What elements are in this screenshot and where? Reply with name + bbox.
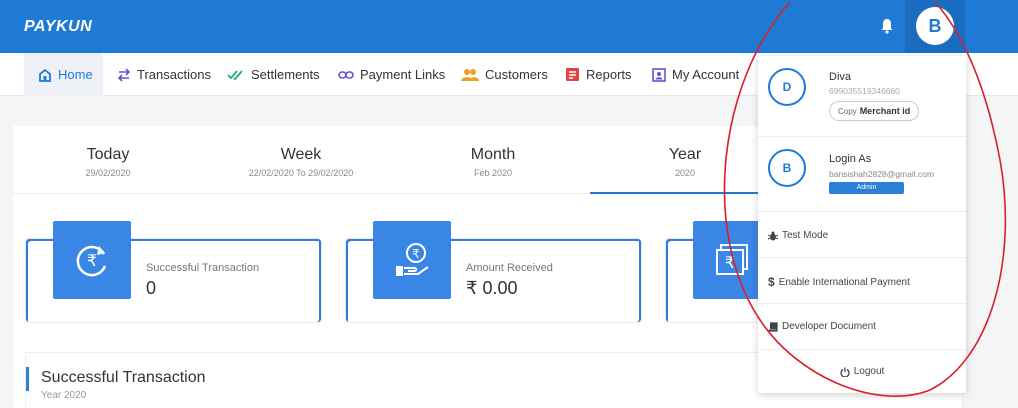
logout-button[interactable]: Logout bbox=[758, 366, 966, 377]
nav-label-payment-links: Payment Links bbox=[360, 67, 446, 82]
international-row[interactable]: $ Enable International Payment bbox=[758, 258, 966, 304]
active-tab-indicator bbox=[590, 192, 780, 194]
nav-label-reports: Reports bbox=[586, 67, 632, 82]
stat-card-successful-transaction: ₹ Successful Transaction 0 bbox=[25, 221, 322, 323]
nav-item-home[interactable]: Home bbox=[24, 53, 103, 96]
tab-year-label: Year bbox=[668, 146, 702, 163]
tab-week-date: 22/02/2020 To 29/02/2020 bbox=[248, 168, 354, 178]
transfer-icon bbox=[117, 67, 131, 82]
nav-item-my-account[interactable]: My Account bbox=[652, 53, 739, 96]
bug-icon bbox=[768, 231, 778, 240]
test-mode-row[interactable]: Test Mode bbox=[758, 212, 966, 258]
svg-text:₹: ₹ bbox=[725, 253, 735, 272]
book-icon bbox=[768, 321, 778, 332]
nav-label-settlements: Settlements bbox=[251, 67, 320, 82]
nav-label-customers: Customers bbox=[485, 67, 548, 82]
link-icon bbox=[338, 70, 354, 79]
paykun-logo[interactable]: PAYKUN bbox=[24, 18, 92, 36]
merchant-row: D Diva 699035519346660 Copy Merchant id bbox=[758, 56, 966, 137]
users-icon bbox=[461, 68, 479, 81]
nav-item-payment-links[interactable]: Payment Links bbox=[338, 53, 445, 96]
rupee-cycle-icon: ₹ bbox=[76, 245, 107, 277]
dollar-icon: $ bbox=[768, 275, 775, 289]
top-bar: PAYKUN B bbox=[0, 0, 1018, 53]
nav-item-settlements[interactable]: Settlements bbox=[227, 53, 320, 96]
report-icon bbox=[566, 68, 579, 81]
tab-year-date: 2020 bbox=[674, 168, 696, 178]
stat-value: 0 bbox=[146, 278, 157, 298]
tab-today[interactable]: Today 29/02/2020 bbox=[63, 146, 153, 178]
svg-text:₹: ₹ bbox=[87, 251, 97, 270]
nav-item-transactions[interactable]: Transactions bbox=[117, 53, 211, 96]
login-as-label: Login As bbox=[829, 153, 872, 165]
developer-document-link[interactable]: Developer Document bbox=[768, 321, 876, 332]
developer-label: Developer Document bbox=[782, 321, 876, 332]
merchant-name: Diva bbox=[829, 71, 852, 83]
test-mode-link[interactable]: Test Mode bbox=[768, 230, 828, 241]
stat-card-amount-received: ₹ Amount Received ₹ 0.00 bbox=[345, 221, 642, 323]
stat-icon-box: ₹ bbox=[53, 221, 131, 299]
merchant-avatar: D bbox=[768, 68, 806, 106]
stat-icon-box: ₹ bbox=[373, 221, 451, 299]
test-mode-label: Test Mode bbox=[782, 230, 829, 241]
login-row: B Login As bansishah2828@gmail.com bbox=[758, 137, 966, 212]
tab-year[interactable]: Year 2020 bbox=[645, 146, 725, 178]
merchant-id: 699035519346660 bbox=[829, 86, 900, 96]
profile-menu-button[interactable]: B bbox=[905, 0, 965, 53]
section-title: Successful Transaction bbox=[41, 369, 206, 386]
copy-label: Merchant id bbox=[859, 106, 911, 116]
tab-week-label: Week bbox=[280, 146, 322, 163]
international-label: Enable International Payment bbox=[778, 276, 910, 288]
bell-icon[interactable] bbox=[880, 18, 894, 34]
tab-month[interactable]: Month Feb 2020 bbox=[443, 146, 543, 178]
admin-badge: Admin bbox=[829, 182, 904, 194]
account-icon bbox=[652, 67, 666, 82]
avatar: B bbox=[916, 7, 954, 45]
tab-month-label: Month bbox=[470, 146, 516, 163]
copy-prefix: Copy bbox=[838, 106, 857, 116]
nav-item-customers[interactable]: Customers bbox=[461, 53, 548, 96]
logout-label: Logout bbox=[853, 366, 885, 377]
section-accent-bar bbox=[26, 367, 29, 391]
rupee-notes-icon: ₹ bbox=[716, 244, 748, 275]
nav-label-my-account: My Account bbox=[672, 67, 740, 82]
stat-label: Amount Received bbox=[466, 262, 553, 274]
double-check-icon bbox=[227, 69, 243, 80]
profile-dropdown: D Diva 699035519346660 Copy Merchant id … bbox=[758, 56, 966, 393]
power-icon bbox=[840, 367, 850, 377]
international-payment-link[interactable]: $ Enable International Payment bbox=[768, 275, 910, 289]
stat-value: ₹ 0.00 bbox=[466, 278, 518, 298]
login-avatar: B bbox=[768, 149, 806, 187]
nav-label-transactions: Transactions bbox=[137, 67, 211, 82]
tab-month-date: Feb 2020 bbox=[473, 168, 513, 178]
home-icon bbox=[39, 68, 51, 82]
stat-label: Successful Transaction bbox=[146, 262, 260, 274]
tab-today-label: Today bbox=[86, 146, 130, 163]
hand-coin-icon: ₹ bbox=[396, 243, 429, 276]
svg-text:₹: ₹ bbox=[412, 247, 420, 261]
login-email: bansishah2828@gmail.com bbox=[829, 169, 935, 179]
section-subtitle: Year 2020 bbox=[41, 390, 87, 401]
nav-label-home: Home bbox=[58, 67, 93, 82]
developer-row[interactable]: Developer Document bbox=[758, 304, 966, 350]
tab-week[interactable]: Week 22/02/2020 To 29/02/2020 bbox=[231, 146, 371, 178]
nav-item-reports[interactable]: Reports bbox=[565, 53, 632, 96]
copy-merchant-id-button[interactable]: Copy Merchant id bbox=[829, 101, 920, 121]
tab-today-date: 29/02/2020 bbox=[85, 168, 131, 178]
